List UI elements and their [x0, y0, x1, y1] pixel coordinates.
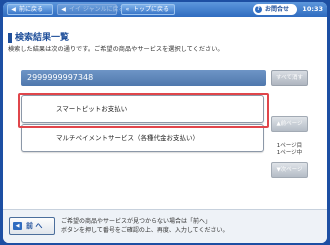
kiosk-screen: ◀ 前に戻る ◀ イイ ジャンルに戻る « トップに戻る ? お問合せ 10:3…: [3, 2, 327, 243]
next-page-button[interactable]: ▼次ページ: [271, 162, 308, 178]
prev-button[interactable]: ◀ 前 へ: [9, 217, 55, 235]
arrow-left-icon: ◀: [13, 222, 22, 230]
question-icon: ?: [255, 6, 262, 13]
footer-bar: ◀ 前 へ ご希望の商品やサービスが見つからない場合は「前へ」 ボタンを押して番…: [3, 209, 327, 243]
back-button[interactable]: ◀ 前に戻る: [7, 4, 53, 15]
footer-help-text: ご希望の商品やサービスが見つからない場合は「前へ」 ボタンを押して番号をご確認の…: [61, 218, 229, 234]
inquiry-button[interactable]: ? お問合せ: [253, 4, 297, 15]
clear-all-button[interactable]: すべて消す: [271, 70, 308, 86]
page-subtitle: 検索した結果は次の通りです。ご希望の商品やサービスを選択してください。: [8, 46, 224, 53]
double-arrow-left-icon: «: [125, 6, 130, 13]
clock: 10:33: [302, 5, 323, 13]
page-title: 検索結果一覧: [8, 33, 69, 43]
prev-page-button[interactable]: ▲前ページ: [271, 116, 308, 132]
genre-back-button[interactable]: ◀ イイ ジャンルに戻る: [57, 4, 125, 15]
search-value-field: 2999999997348: [21, 70, 266, 86]
page-info: 1ページ目 1ページ中: [276, 143, 303, 156]
top-bar: ◀ 前に戻る ◀ イイ ジャンルに戻る « トップに戻る ? お問合せ 10:3…: [3, 2, 327, 17]
top-button[interactable]: « トップに戻る: [121, 4, 175, 15]
arrow-left-icon: ◀: [11, 6, 16, 13]
arrow-left-icon: ◀: [61, 6, 66, 13]
result-item-multipayment[interactable]: マルチペイメントサービス（各種代金お支払い）: [21, 124, 264, 152]
selection-highlight: [18, 93, 269, 128]
